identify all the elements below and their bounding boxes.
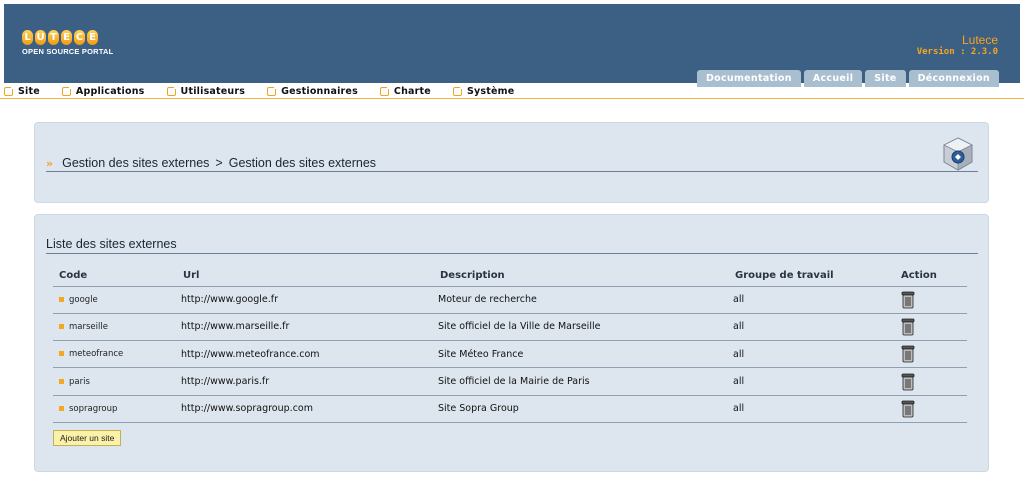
- sites-table: Code Url Description Groupe de travail A…: [53, 265, 967, 423]
- trash-icon[interactable]: [901, 345, 915, 363]
- url-cell: http://www.meteofrance.com: [177, 340, 434, 369]
- table-row: sopragroup http://www.sopragroup.com Sit…: [53, 395, 967, 423]
- bullet-icon: [59, 378, 64, 384]
- trash-icon[interactable]: [901, 318, 915, 336]
- logo-letter: E: [61, 30, 72, 45]
- group-cell: all: [729, 286, 895, 314]
- site-list-panel: Liste des sites externes Code Url Descri…: [34, 214, 989, 472]
- folder-icon: [4, 85, 14, 96]
- bullet-icon: [59, 405, 64, 411]
- bullet-icon: [59, 351, 64, 357]
- bullet-icon: [59, 323, 64, 329]
- cube-icon[interactable]: [939, 135, 977, 173]
- list-title: Liste des sites externes: [46, 237, 978, 254]
- code-link[interactable]: paris: [69, 377, 90, 387]
- url-cell: http://www.sopragroup.com: [177, 395, 434, 423]
- code-link[interactable]: marseille: [69, 322, 108, 332]
- menu-item-site[interactable]: Site: [4, 83, 40, 99]
- description-cell: Moteur de recherche: [434, 286, 729, 314]
- add-site-button[interactable]: Ajouter un site: [53, 430, 122, 446]
- menu-item-label: Charte: [393, 85, 431, 97]
- table-header-row: Code Url Description Groupe de travail A…: [53, 265, 967, 287]
- code-link[interactable]: google: [69, 295, 98, 305]
- bullet-icon: [59, 296, 64, 302]
- group-cell: all: [729, 367, 895, 396]
- folder-icon: [166, 85, 177, 96]
- description-cell: Site Méteo France: [434, 340, 729, 369]
- app-name: Lutece: [961, 33, 998, 47]
- group-cell: all: [729, 395, 895, 423]
- column-header-url: Url: [177, 265, 434, 287]
- code-cell: meteofrance: [53, 340, 177, 369]
- table-row: paris http://www.paris.fr Site officiel …: [53, 367, 967, 396]
- code-cell: paris: [53, 367, 177, 396]
- menu-item-gestionnaires[interactable]: Gestionnaires: [267, 83, 358, 99]
- logo-letter: L: [22, 30, 33, 45]
- logo-letter: U: [35, 30, 46, 45]
- breadcrumb-panel: » Gestion des sites externes > Gestion d…: [34, 122, 989, 203]
- folder-icon: [452, 85, 463, 96]
- menu-item-label: Applications: [75, 85, 145, 97]
- folder-icon: [379, 85, 390, 96]
- description-cell: Site officiel de la Mairie de Paris: [434, 367, 729, 396]
- logo-letter: T: [48, 30, 59, 45]
- url-cell: http://www.google.fr: [177, 286, 434, 314]
- menu-item-label: Utilisateurs: [180, 85, 246, 97]
- breadcrumb-separator: >: [215, 156, 223, 170]
- menu-item-utilisateurs[interactable]: Utilisateurs: [166, 83, 246, 99]
- column-header-description: Description: [434, 265, 729, 287]
- action-cell: [895, 286, 967, 314]
- code-cell: marseille: [53, 313, 177, 342]
- table-row: google http://www.google.fr Moteur de re…: [53, 286, 967, 314]
- breadcrumb: » Gestion des sites externes > Gestion d…: [46, 155, 978, 172]
- menu-bar: Site Applications Utilisateurs Gestionna…: [0, 83, 1024, 99]
- action-cell: [895, 367, 967, 396]
- table-row: meteofrance http://www.meteofrance.com S…: [53, 340, 967, 369]
- description-cell: Site officiel de la Ville de Marseille: [434, 313, 729, 342]
- code-link[interactable]: meteofrance: [69, 349, 123, 359]
- logo-letter: C: [74, 30, 85, 45]
- description-cell: Site Sopra Group: [434, 395, 729, 423]
- folder-icon: [267, 85, 278, 96]
- trash-icon[interactable]: [901, 373, 915, 391]
- action-cell: [895, 395, 967, 423]
- menu-item-charte[interactable]: Charte: [379, 83, 431, 99]
- group-cell: all: [729, 340, 895, 369]
- menu-item-label: Gestionnaires: [281, 85, 358, 97]
- url-cell: http://www.marseille.fr: [177, 313, 434, 342]
- code-link[interactable]: sopragroup: [69, 404, 117, 414]
- code-cell: sopragroup: [53, 395, 177, 423]
- column-header-code: Code: [53, 265, 177, 287]
- menu-item-applications[interactable]: Applications: [61, 83, 145, 99]
- menu-item-systeme[interactable]: Système: [452, 83, 515, 99]
- action-cell: [895, 340, 967, 369]
- header: L U T E C E OPEN SOURCE PORTAL Lutece Ve…: [4, 4, 1020, 87]
- logo-subtitle: OPEN SOURCE PORTAL: [22, 47, 114, 56]
- trash-icon[interactable]: [901, 291, 915, 309]
- logo-letter: E: [87, 30, 98, 45]
- folder-icon: [61, 85, 72, 96]
- breadcrumb-link[interactable]: Gestion des sites externes: [62, 156, 209, 170]
- menu-item-label: Site: [18, 85, 40, 97]
- app-version: Version : 2.3.0: [916, 47, 998, 57]
- group-cell: all: [729, 313, 895, 342]
- column-header-action: Action: [895, 265, 967, 287]
- column-header-group: Groupe de travail: [729, 265, 895, 287]
- table-row: marseille http://www.marseille.fr Site o…: [53, 313, 967, 342]
- double-arrow-icon: »: [46, 156, 54, 170]
- lutece-logo: L U T E C E OPEN SOURCE PORTAL: [22, 30, 113, 56]
- url-cell: http://www.paris.fr: [177, 367, 434, 396]
- trash-icon[interactable]: [901, 400, 915, 418]
- menu-item-label: Système: [466, 85, 515, 97]
- breadcrumb-current: Gestion des sites externes: [228, 156, 377, 170]
- code-cell: google: [53, 286, 177, 314]
- action-cell: [895, 313, 967, 342]
